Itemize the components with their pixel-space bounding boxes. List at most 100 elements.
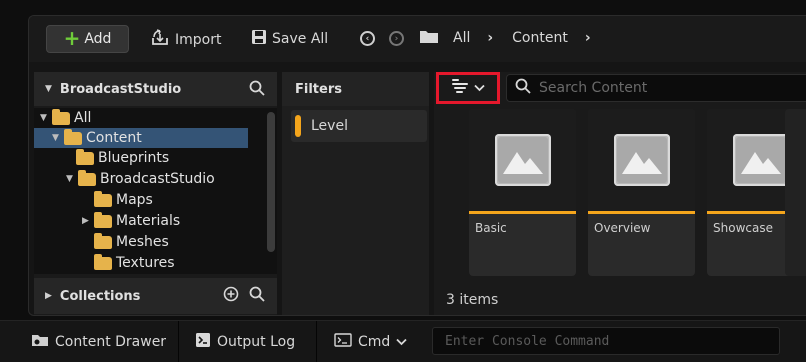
tree-item-content[interactable]: ▼ Content xyxy=(34,128,248,148)
arrow-right-icon: › xyxy=(389,31,404,46)
tree-item-label: Maps xyxy=(116,192,153,208)
tree-item-broadcaststudio[interactable]: ▼ BroadcastStudio xyxy=(66,169,215,189)
image-icon xyxy=(732,134,789,186)
filter-icon xyxy=(451,79,468,94)
save-all-label: Save All xyxy=(272,31,329,47)
active-filter-dot-icon xyxy=(451,79,459,81)
sources-header[interactable]: ▼ BroadcastStudio xyxy=(34,72,277,106)
tree-item-blueprints[interactable]: Blueprints xyxy=(76,148,169,168)
tree-item-label: Content xyxy=(86,130,142,146)
search-icon xyxy=(515,78,531,98)
status-bar: Content Drawer Output Log Cmd xyxy=(0,320,806,362)
chevron-right-icon[interactable]: › xyxy=(585,30,591,46)
content-browser-toolbar: + Add Import Save All ‹ › All › Content … xyxy=(29,16,806,62)
image-icon xyxy=(613,134,670,186)
search-content-box xyxy=(506,74,806,102)
tree-item-label: Meshes xyxy=(116,234,169,250)
folder-icon xyxy=(420,29,438,47)
output-log-icon xyxy=(195,332,211,352)
folder-icon xyxy=(94,232,112,249)
tree-item-materials[interactable]: ▶ Materials xyxy=(82,211,180,231)
add-collection-icon[interactable] xyxy=(223,286,239,306)
tree-item-label: BroadcastStudio xyxy=(100,171,215,187)
filters-title: Filters xyxy=(282,72,429,106)
asset-name: Showcase xyxy=(713,221,773,235)
import-button[interactable]: Import xyxy=(150,29,221,51)
triangle-down-icon[interactable]: ▼ xyxy=(52,133,64,143)
filter-level[interactable]: Level xyxy=(291,110,427,142)
content-browser-window: + Add Import Save All ‹ › All › Content … xyxy=(28,15,806,316)
console-icon xyxy=(334,333,352,351)
content-drawer-button[interactable]: Content Drawer xyxy=(31,321,166,362)
folder-open-icon xyxy=(52,108,70,125)
asset-thumbnail xyxy=(588,109,695,211)
collections-header[interactable]: ▶ Collections xyxy=(34,278,277,314)
content-drawer-label: Content Drawer xyxy=(55,334,167,350)
plus-icon: + xyxy=(63,26,81,50)
content-drawer-icon xyxy=(31,332,49,352)
tree-item-label: Textures xyxy=(116,255,175,271)
asset-tile-basic[interactable]: Basic xyxy=(469,109,576,276)
triangle-right-icon: ▶ xyxy=(45,291,52,301)
triangle-down-icon[interactable]: ▼ xyxy=(66,174,78,184)
cmd-dropdown-button[interactable]: Cmd xyxy=(334,321,407,362)
triangle-down-icon: ▼ xyxy=(45,84,52,94)
tree-item-meshes[interactable]: Meshes xyxy=(94,232,169,252)
add-button[interactable]: + Add xyxy=(46,25,129,53)
triangle-down-icon[interactable]: ▼ xyxy=(40,113,52,123)
arrow-left-icon: ‹ xyxy=(360,31,375,46)
asset-name: Basic xyxy=(475,221,507,235)
items-count: 3 items xyxy=(446,292,499,308)
sources-panel: ▼ BroadcastStudio ▼ All ▼ Content Bluepr… xyxy=(34,72,277,315)
tree-item-maps[interactable]: Maps xyxy=(94,190,153,210)
asset-view: Basic Overview Showcase 3 items xyxy=(434,72,806,315)
folder-icon xyxy=(94,190,112,207)
import-icon xyxy=(150,29,170,51)
import-label: Import xyxy=(175,32,222,48)
image-icon xyxy=(494,134,551,186)
asset-name: Overview xyxy=(594,221,651,235)
folder-icon xyxy=(76,148,94,165)
chevron-down-icon xyxy=(396,334,407,350)
level-type-strip xyxy=(588,211,695,214)
tree-scrollbar[interactable] xyxy=(267,112,275,252)
sources-title: BroadcastStudio xyxy=(59,81,182,97)
asset-tile-overview[interactable]: Overview xyxy=(588,109,695,276)
history-forward-button[interactable]: › xyxy=(389,31,404,46)
tree-item-textures[interactable]: Textures xyxy=(94,253,175,273)
triangle-right-icon[interactable]: ▶ xyxy=(82,216,94,226)
asset-tile-partial[interactable] xyxy=(785,109,806,276)
filter-color-bar xyxy=(295,115,301,137)
breadcrumb-item-all[interactable]: All xyxy=(453,30,470,46)
folder-tree: ▼ All ▼ Content Blueprints ▼ BroadcastSt… xyxy=(34,108,277,274)
search-icon[interactable] xyxy=(249,286,265,306)
asset-thumbnail xyxy=(469,109,576,211)
level-type-strip xyxy=(469,211,576,214)
cmd-label: Cmd xyxy=(358,334,391,350)
folder-icon xyxy=(94,211,112,228)
filters-panel: Filters Level xyxy=(282,72,429,315)
folder-open-icon xyxy=(78,169,96,186)
chevron-down-icon xyxy=(473,80,485,96)
save-all-button[interactable]: Save All xyxy=(251,29,328,49)
search-content-input[interactable] xyxy=(539,80,779,96)
folder-open-icon xyxy=(64,128,82,145)
tree-item-label: All xyxy=(74,110,92,126)
tree-item-all[interactable]: ▼ All xyxy=(40,108,91,128)
add-button-label: Add xyxy=(84,31,112,47)
collections-title: Collections xyxy=(59,288,141,304)
tree-item-label: Materials xyxy=(116,213,181,229)
breadcrumb-item-content[interactable]: Content xyxy=(512,30,568,46)
output-log-button[interactable]: Output Log xyxy=(195,321,295,362)
chevron-right-icon[interactable]: › xyxy=(487,30,493,46)
filter-level-label: Level xyxy=(311,118,348,134)
folder-icon xyxy=(94,253,112,270)
search-icon[interactable] xyxy=(249,80,265,100)
save-icon xyxy=(251,29,267,49)
console-command-input[interactable] xyxy=(432,327,780,355)
breadcrumb: All › Content › xyxy=(420,29,591,47)
tree-item-label: Blueprints xyxy=(98,150,170,166)
history-back-button[interactable]: ‹ xyxy=(360,31,375,46)
filter-dropdown-button[interactable] xyxy=(436,72,500,104)
output-log-label: Output Log xyxy=(217,334,296,350)
